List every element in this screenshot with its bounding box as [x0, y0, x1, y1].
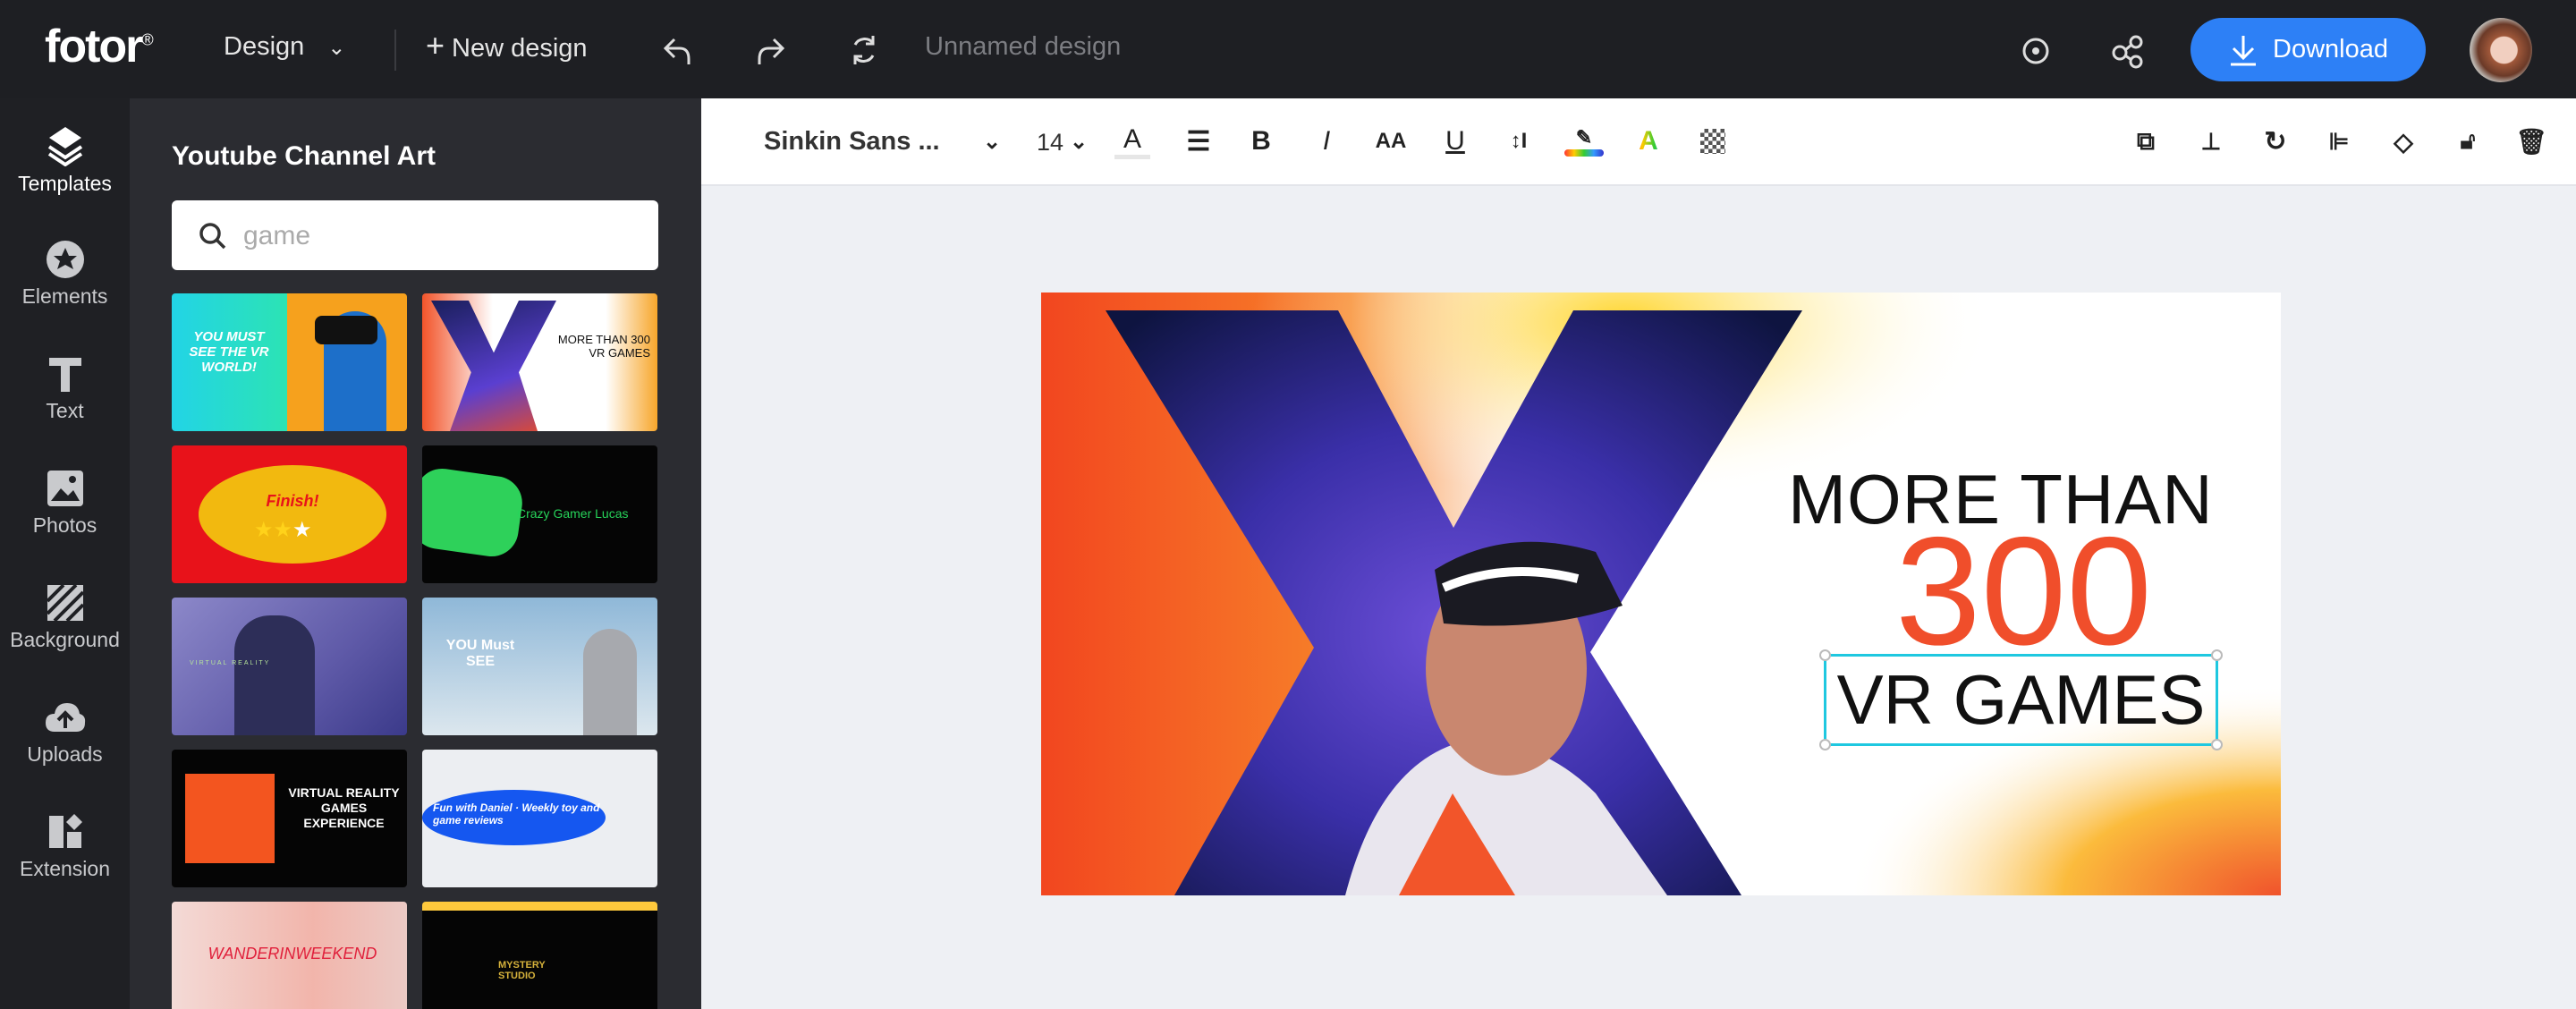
search-input[interactable]: game — [172, 200, 658, 270]
rail-label: Background — [10, 628, 120, 651]
align-objects-icon[interactable]: ⊫ — [2321, 123, 2357, 159]
download-button[interactable]: Download — [2190, 18, 2426, 81]
template-text: Crazy Gamer Lucas — [517, 506, 629, 521]
rail-item-text[interactable]: Text — [0, 338, 130, 445]
rail-label: Extension — [19, 857, 110, 880]
fotor-logo[interactable]: fotor® — [45, 20, 154, 73]
resize-handle[interactable] — [1819, 649, 1831, 661]
redo-icon[interactable] — [752, 32, 788, 68]
template-thumb[interactable]: Crazy Gamer Lucas — [422, 445, 657, 583]
template-thumb[interactable]: YOU MUST SEE THE VR WORLD! — [172, 293, 407, 431]
headline-vr-games: VR GAMES — [1836, 660, 2206, 739]
search-query: game — [243, 221, 311, 250]
letter-case-icon[interactable]: AA — [1373, 123, 1409, 159]
template-text: VIRTUAL REALITY GAMES EXPERIENCE — [288, 785, 400, 830]
plus-icon: + — [426, 27, 445, 64]
rail-item-templates[interactable]: Templates — [0, 109, 130, 216]
template-text: WANDERINWEEKEND — [208, 945, 377, 962]
delete-icon[interactable]: 🗑︎ — [2513, 123, 2549, 159]
chevron-down-icon: ⌄ — [327, 36, 346, 60]
resize-handle[interactable] — [1819, 739, 1831, 750]
star-icon — [46, 241, 84, 278]
user-avatar[interactable] — [2470, 18, 2532, 82]
search-icon — [199, 223, 226, 250]
undo-icon[interactable] — [660, 32, 696, 68]
rail-label: Uploads — [27, 742, 103, 766]
panel-title: Youtube Channel Art — [172, 141, 436, 171]
download-label: Download — [2273, 35, 2388, 64]
transparency-icon[interactable] — [1695, 123, 1731, 159]
rail-item-uploads[interactable]: Uploads — [0, 682, 130, 789]
preview-eye-icon[interactable] — [2018, 33, 2054, 69]
resize-handle[interactable] — [2211, 739, 2223, 750]
templates-panel: Youtube Channel Art game YOU MUST SEE TH… — [130, 98, 701, 1009]
new-design-button[interactable]: + New design — [426, 30, 588, 64]
rotate-icon[interactable]: ↻ — [2258, 123, 2293, 159]
template-thumb[interactable]: Finish! ★★★ — [172, 445, 407, 583]
design-menu[interactable]: Design ⌄ — [224, 32, 345, 62]
rail-item-photos[interactable]: Photos — [0, 453, 130, 560]
rail-item-background[interactable]: Background — [0, 567, 130, 674]
template-thumb[interactable]: MYSTERY STUDIO — [422, 902, 657, 1009]
bold-icon[interactable]: B — [1243, 123, 1279, 159]
template-thumb[interactable]: VIRTUAL REALITY GAMES EXPERIENCE — [172, 750, 407, 887]
layers-icon[interactable]: ◇ — [2385, 123, 2421, 159]
template-text: MYSTERY STUDIO — [498, 960, 546, 981]
template-text: Fun with Daniel · Weekly toy and game re… — [433, 801, 600, 827]
highlight-icon[interactable]: ✎ — [1564, 123, 1604, 159]
template-text: Finish! — [266, 492, 319, 510]
rail-label: Elements — [21, 284, 108, 308]
text-color-icon[interactable]: A — [1114, 123, 1150, 159]
text-icon — [48, 358, 81, 392]
download-icon — [2231, 35, 2256, 65]
italic-icon[interactable]: I — [1309, 123, 1344, 159]
template-thumb[interactable]: VIRTUAL REALITY — [172, 598, 407, 735]
divider — [394, 30, 396, 71]
template-thumb[interactable]: WANDERINWEEKEND — [172, 902, 407, 1009]
logo-mark: ® — [141, 30, 153, 49]
template-text: MORE THAN 300 VR GAMES — [557, 333, 650, 360]
align-icon[interactable]: ☰ — [1181, 123, 1216, 159]
image-icon — [47, 471, 83, 506]
template-thumb[interactable]: Fun with Daniel · Weekly toy and game re… — [422, 750, 657, 887]
document-title[interactable]: Unnamed design — [925, 32, 1121, 62]
background-icon — [46, 583, 84, 623]
template-text: VIRTUAL REALITY — [190, 660, 271, 666]
layers-icon — [47, 127, 82, 166]
top-bar: fotor® Design ⌄ + New design Unnamed desig… — [0, 0, 2576, 98]
sync-icon[interactable] — [846, 32, 882, 68]
logo-text: fotor — [45, 21, 143, 72]
headline-300[interactable]: 300 — [1895, 514, 2152, 668]
extension-icon — [48, 814, 82, 848]
resize-handle[interactable] — [2211, 649, 2223, 661]
design-canvas[interactable]: MORE THAN 300 VR GAMES — [1041, 293, 2281, 895]
font-size-select[interactable]: 14 — [1037, 129, 1063, 157]
chevron-down-icon[interactable]: ⌄ — [1061, 123, 1097, 159]
rail-label: Photos — [32, 513, 97, 537]
text-toolbar: Sinkin Sans ... ⌄ 14 ⌄ A ☰ B I AA U ↕I ✎… — [701, 98, 2576, 186]
template-thumb[interactable]: YOU Must SEE — [422, 598, 657, 735]
rail-item-extension[interactable]: Extension — [0, 796, 130, 903]
design-menu-label: Design — [224, 32, 305, 61]
share-icon[interactable] — [2110, 33, 2146, 69]
template-thumb[interactable]: MORE THAN 300 VR GAMES — [422, 293, 657, 431]
template-text: YOU MUST SEE THE VR WORLD! — [189, 329, 269, 375]
rail-label: Text — [46, 399, 84, 422]
template-grid: YOU MUST SEE THE VR WORLD! MORE THAN 300… — [172, 293, 673, 1009]
chevron-down-icon[interactable]: ⌄ — [974, 123, 1010, 159]
line-spacing-icon[interactable]: ↕I — [1501, 123, 1537, 159]
lock-icon[interactable]: 🔓︎ — [2450, 123, 2486, 159]
rail-label: Templates — [18, 172, 112, 195]
cloud-upload-icon — [45, 703, 85, 732]
new-design-label: New design — [452, 34, 588, 63]
duplicate-icon[interactable]: ⧉ — [2128, 123, 2164, 159]
underline-icon[interactable]: U — [1437, 123, 1473, 159]
left-rail: Templates Elements Text Photos Backgroun… — [0, 98, 130, 1009]
style-stamp-icon[interactable]: ⊥ — [2193, 123, 2229, 159]
text-effects-icon[interactable]: A — [1631, 123, 1666, 159]
template-text: YOU Must SEE — [445, 638, 515, 669]
font-family-select[interactable]: Sinkin Sans ... — [764, 127, 940, 157]
rail-item-elements[interactable]: Elements — [0, 224, 130, 331]
selected-text-box[interactable]: VR GAMES — [1819, 649, 2223, 750]
